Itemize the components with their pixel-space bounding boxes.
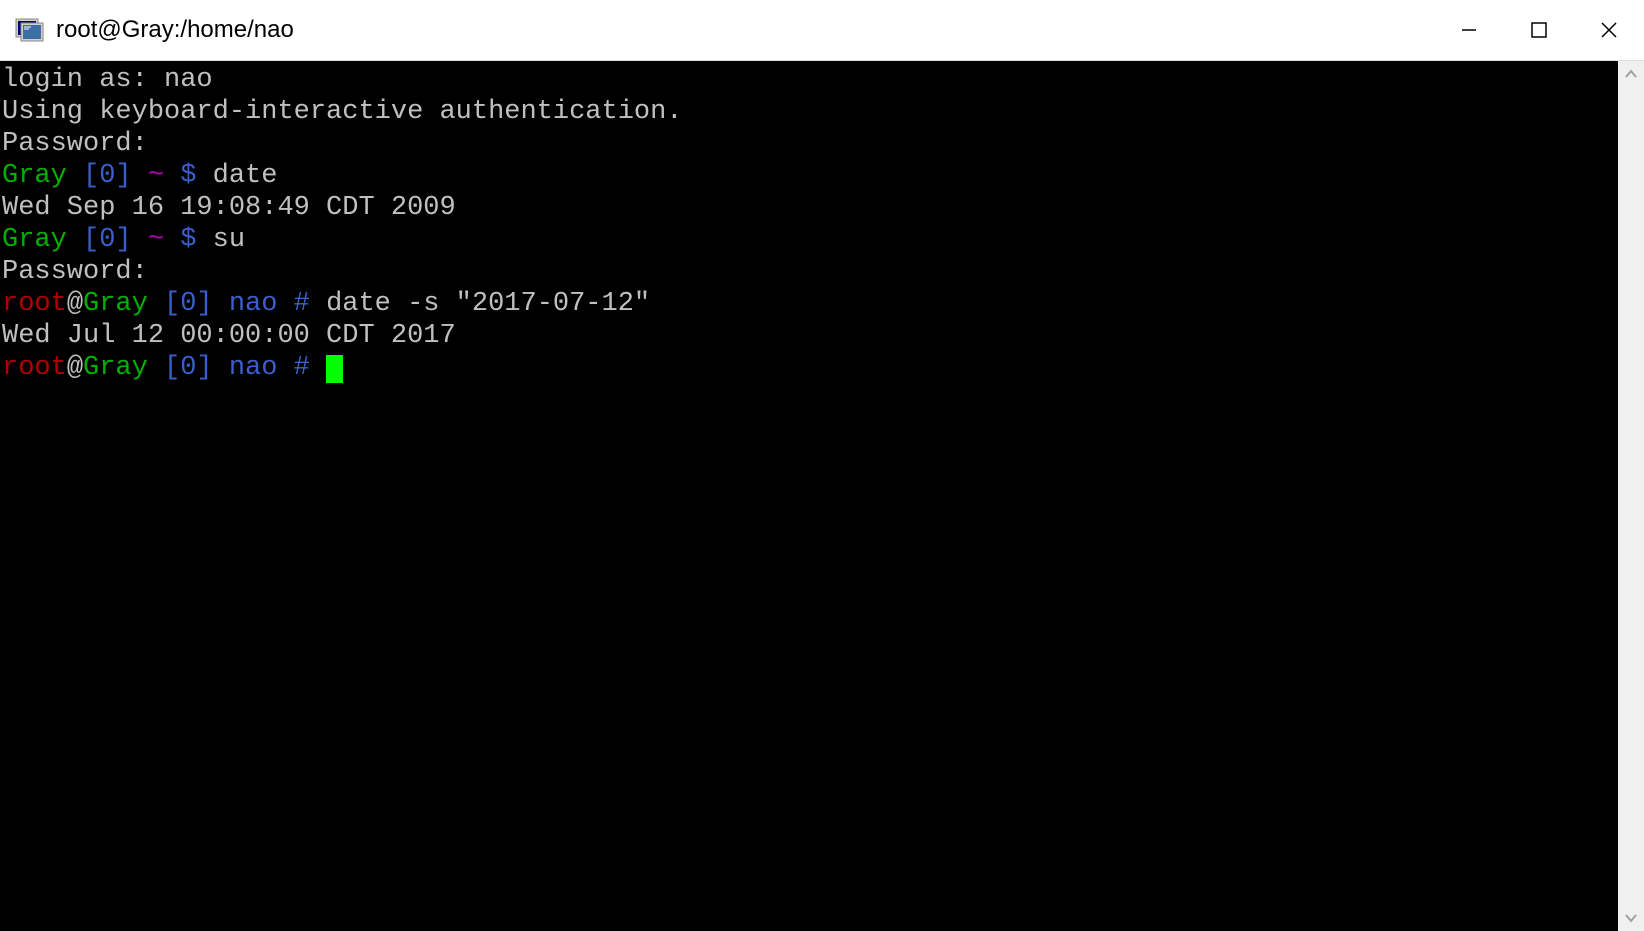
command-text: su: [213, 225, 245, 255]
minimize-button[interactable]: [1434, 0, 1504, 60]
prompt-tilde: ~: [148, 161, 164, 191]
scroll-up-icon[interactable]: [1622, 65, 1640, 83]
prompt-host: Gray: [2, 225, 67, 255]
terminal-text: Password:: [2, 129, 148, 159]
prompt-hash: #: [277, 289, 326, 319]
titlebar[interactable]: root@Gray:/home/nao: [0, 0, 1644, 61]
window-controls: [1434, 0, 1644, 60]
prompt-bracket: [0]: [148, 353, 229, 383]
cursor-icon: [326, 355, 343, 383]
prompt-hash: #: [277, 353, 326, 383]
terminal-text: Using keyboard-interactive authenticatio…: [2, 97, 683, 127]
window: root@Gray:/home/nao login as: nao Using …: [0, 0, 1644, 931]
output-text: Wed Sep 16 19:08:49 CDT 2009: [2, 193, 456, 223]
scrollbar[interactable]: [1618, 61, 1644, 931]
prompt-tilde: ~: [148, 225, 164, 255]
prompt-bracket: [0]: [67, 161, 148, 191]
prompt-dir: nao: [229, 289, 278, 319]
output-text: Wed Jul 12 00:00:00 CDT 2017: [2, 321, 456, 351]
command-text: date -s "2017-07-12": [326, 289, 650, 319]
command-text: date: [213, 161, 278, 191]
prompt-host: Gray: [2, 161, 67, 191]
maximize-button[interactable]: [1504, 0, 1574, 60]
root-prompt-user: root: [2, 353, 67, 383]
close-button[interactable]: [1574, 0, 1644, 60]
window-title: root@Gray:/home/nao: [56, 16, 1434, 44]
terminal-container: login as: nao Using keyboard-interactive…: [0, 61, 1644, 931]
prompt-bracket: [0]: [67, 225, 148, 255]
terminal[interactable]: login as: nao Using keyboard-interactive…: [0, 61, 1618, 931]
prompt-dir: nao: [229, 353, 278, 383]
prompt-at: @: [67, 353, 83, 383]
root-prompt-user: root: [2, 289, 67, 319]
scroll-down-icon[interactable]: [1622, 909, 1640, 927]
prompt-dollar: $: [164, 161, 213, 191]
putty-icon: [14, 14, 46, 46]
prompt-bracket: [0]: [148, 289, 229, 319]
terminal-text: Password:: [2, 257, 148, 287]
prompt-host: Gray: [83, 289, 148, 319]
prompt-host: Gray: [83, 353, 148, 383]
prompt-dollar: $: [164, 225, 213, 255]
terminal-text: login as: nao: [2, 65, 213, 95]
prompt-at: @: [67, 289, 83, 319]
